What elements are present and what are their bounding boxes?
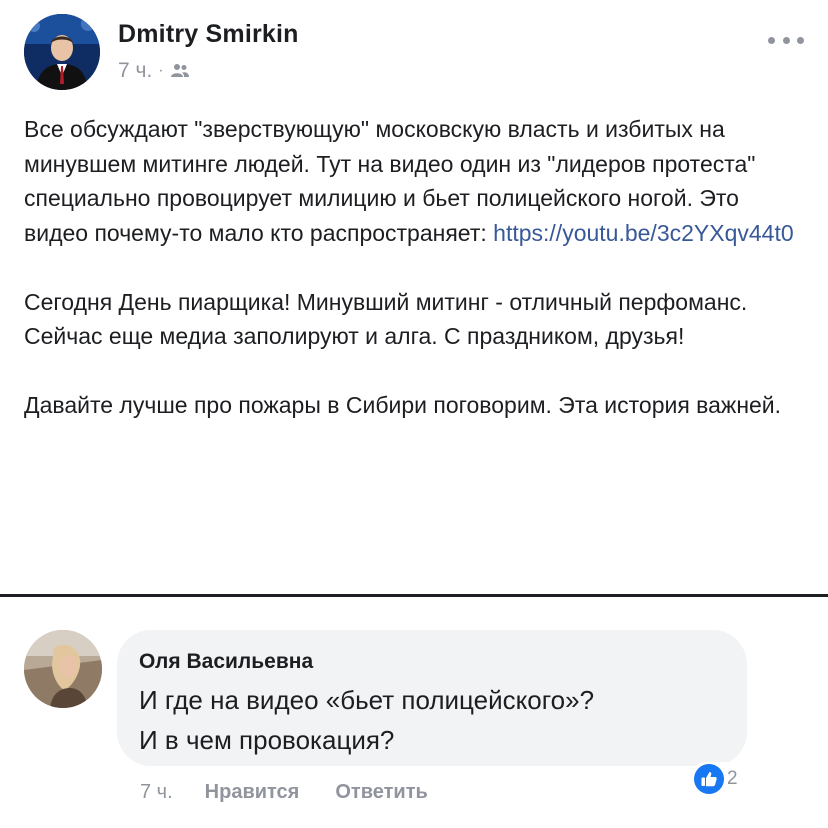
reaction-count: 2: [727, 768, 738, 789]
more-dots-icon[interactable]: [768, 30, 804, 50]
comment-actions: 7 ч. Нравится Ответить: [140, 778, 464, 806]
dot-3: [797, 36, 804, 44]
dot-2: [782, 36, 790, 44]
youtube-link[interactable]: https://youtu.be/3c2YXqv44t0: [493, 220, 793, 246]
comment-time[interactable]: 7 ч.: [140, 781, 173, 804]
screenshot-divider: [0, 594, 828, 597]
like-icon: [694, 764, 724, 794]
commenter-avatar-image: [24, 630, 102, 708]
post-meta: 7 ч. ·: [118, 59, 190, 83]
dot-1: [768, 36, 775, 44]
post-paragraph-3: Давайте лучше про пожары в Сибири погово…: [24, 392, 782, 418]
thumbs-up-icon: [701, 772, 717, 787]
post-header: Dmitry Smirkin 7 ч. ·: [24, 14, 814, 94]
like-button[interactable]: Нравится: [205, 781, 300, 804]
post-time[interactable]: 7 ч.: [118, 59, 152, 83]
commenter-avatar[interactable]: [24, 630, 102, 708]
comment-bubble: Оля Васильевна И где на видео «бьет поли…: [117, 630, 747, 766]
comment-line-1: И где на видео «бьет полицейского»?: [139, 685, 595, 715]
post-body: Все обсуждают "зверствующую" московскую …: [24, 112, 809, 423]
comment-text: И где на видео «бьет полицейского»? И в …: [139, 680, 739, 760]
post-paragraph-1: Все обсуждают "зверствующую" московскую …: [24, 112, 809, 250]
friends-icon[interactable]: [170, 63, 190, 79]
author-avatar[interactable]: [24, 14, 100, 90]
author-avatar-image: [24, 14, 100, 90]
comment-reactions[interactable]: 2: [690, 762, 742, 796]
post-paragraph-2: Сегодня День пиарщика! Минувший митинг -…: [24, 288, 748, 350]
comment-author-name[interactable]: Оля Васильевна: [139, 650, 313, 674]
meta-separator: ·: [158, 62, 164, 79]
reply-button[interactable]: Ответить: [335, 781, 427, 804]
post-author-name[interactable]: Dmitry Smirkin: [118, 20, 299, 49]
comment-line-2: И в чем провокация?: [139, 725, 395, 755]
